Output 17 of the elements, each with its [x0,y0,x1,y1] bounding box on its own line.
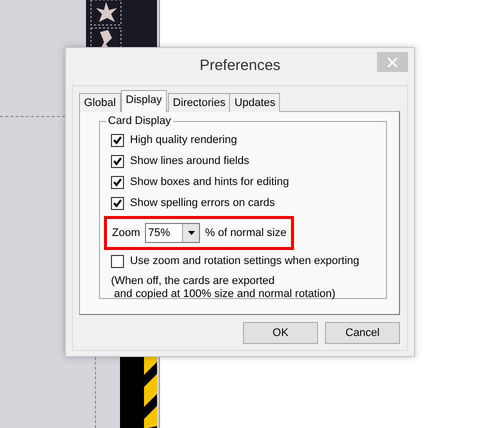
note-text: (When off, the cards are exported and copied at 100% size and normal rotation) [111,275,336,301]
zoom-suffix: % of normal size [205,226,286,241]
checkbox-label: High quality rendering [130,133,238,148]
tab[interactable]: Updates [229,93,280,112]
checkbox-label: Use zoom and rotation settings when exporting [130,254,360,270]
zoom-label: Zoom [112,226,140,241]
checkbox-label: Show lines around fields [130,154,250,170]
tab[interactable]: Directories [168,93,230,112]
tab[interactable]: Display [120,90,167,112]
group-title: Card Display [106,113,173,130]
dialog-button[interactable]: OK [243,322,318,344]
zoom-dropdown[interactable]: 75% [145,223,200,243]
checkbox-label: Show boxes and hints for editing [130,175,289,190]
dialog-button[interactable]: Cancel [325,322,400,344]
tab[interactable]: Global [79,93,121,112]
window-title: Preferences [200,56,280,76]
checkbox-label: Show spelling errors on cards [130,196,275,212]
